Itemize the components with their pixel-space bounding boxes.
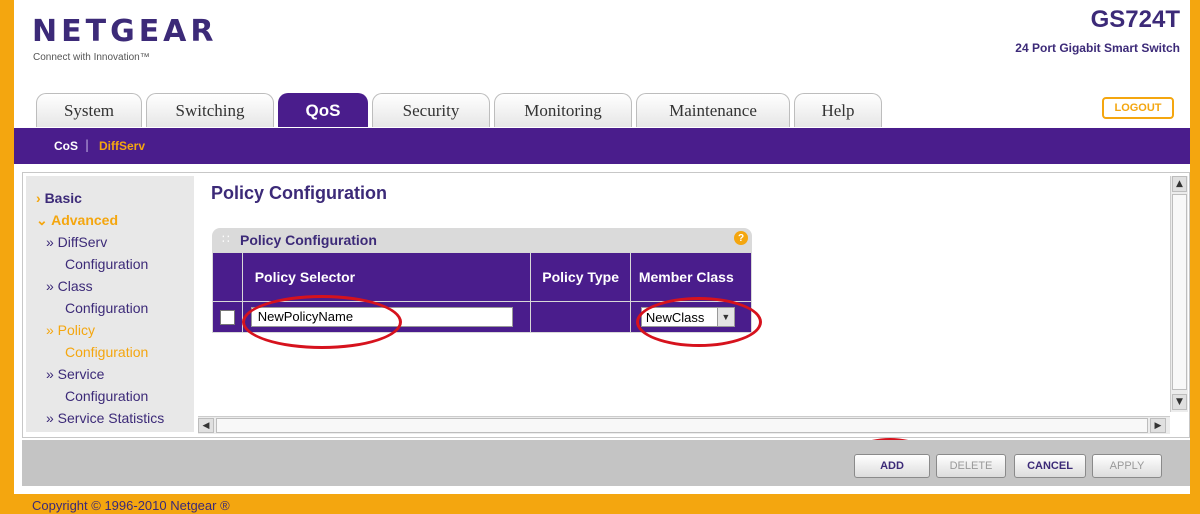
member-class-header: Member Class — [629, 252, 753, 302]
copyright-footer: Copyright © 1996-2010 Netgear ® — [32, 498, 230, 513]
apply-button[interactable]: APPLY — [1092, 454, 1162, 478]
policy-type-cell — [530, 301, 631, 333]
scroll-left-icon[interactable]: ◀ — [198, 418, 214, 433]
page-title: Policy Configuration — [211, 183, 388, 203]
row-select-cell — [212, 301, 243, 333]
main-tabs: System Switching QoS Security Monitoring… — [36, 93, 886, 127]
sidebar-item-basic[interactable]: › Basic — [36, 187, 82, 209]
add-button[interactable]: ADD — [854, 454, 930, 478]
horizontal-scroll-thumb[interactable] — [216, 418, 1148, 433]
subnav-separator: | — [85, 138, 90, 152]
sidebar: › Basic ⌄ Advanced » DiffServ Configurat… — [26, 176, 194, 432]
select-column-header — [212, 252, 243, 302]
sidebar-item-diffserv-configuration[interactable]: » DiffServ Configuration — [46, 231, 148, 275]
panel-header: ∷ Policy Configuration — [212, 228, 752, 252]
tab-security[interactable]: Security — [372, 93, 490, 127]
subnav-cos[interactable]: CoS — [54, 139, 78, 153]
table-header-row: Policy Selector Policy Type Member Class — [212, 252, 753, 302]
scroll-down-icon[interactable]: ▼ — [1172, 394, 1187, 410]
netgear-logo: NETGEAR — [32, 14, 218, 49]
sidebar-item-service-configuration[interactable]: » Service Configuration — [46, 363, 148, 407]
annotation-circle-member-class — [636, 297, 762, 347]
logout-button[interactable]: LOGOUT — [1102, 97, 1174, 119]
tab-qos[interactable]: QoS — [278, 93, 368, 127]
tab-maintenance[interactable]: Maintenance — [636, 93, 790, 127]
sidebar-item-label: Basic — [44, 190, 82, 206]
tab-switching[interactable]: Switching — [146, 93, 274, 127]
annotation-circle-policy-selector — [242, 295, 402, 349]
sidebar-item-service-statistics[interactable]: » Service Statistics — [46, 407, 164, 429]
logo-tagline: Connect with Innovation™ — [33, 52, 150, 63]
cancel-button[interactable]: CANCEL — [1014, 454, 1086, 478]
horizontal-scrollbar[interactable]: ◀ ▶ — [198, 416, 1170, 434]
scroll-right-icon[interactable]: ▶ — [1150, 418, 1166, 433]
chevron-down-icon: ⌄ — [36, 212, 48, 228]
chevron-right-icon: › — [36, 190, 41, 206]
vertical-scrollbar[interactable]: ▲ ▼ — [1170, 176, 1188, 412]
scroll-up-icon[interactable]: ▲ — [1172, 176, 1187, 192]
tab-monitoring[interactable]: Monitoring — [494, 93, 632, 127]
delete-button[interactable]: DELETE — [936, 454, 1006, 478]
sidebar-item-label: Advanced — [51, 212, 119, 228]
subnav-diffserv[interactable]: DiffServ — [99, 139, 145, 153]
sidebar-item-policy-configuration[interactable]: » Policy Configuration — [46, 319, 148, 363]
policy-selector-header: Policy Selector — [241, 252, 532, 302]
sub-navigation: CoS | DiffServ — [14, 128, 1190, 164]
sidebar-item-class-configuration[interactable]: » Class Configuration — [46, 275, 148, 319]
help-icon[interactable]: ? — [734, 231, 748, 245]
policy-type-header: Policy Type — [530, 252, 631, 302]
drag-grip-icon: ∷ — [222, 232, 230, 246]
model-name: GS724T — [1090, 6, 1180, 33]
model-description: 24 Port Gigabit Smart Switch — [1015, 41, 1180, 55]
sidebar-item-advanced[interactable]: ⌄ Advanced — [36, 209, 118, 231]
row-checkbox[interactable] — [219, 309, 235, 325]
vertical-scroll-thumb[interactable] — [1172, 194, 1187, 390]
tab-help[interactable]: Help — [794, 93, 882, 127]
panel-title: Policy Configuration — [240, 232, 377, 248]
tab-system[interactable]: System — [36, 93, 142, 127]
